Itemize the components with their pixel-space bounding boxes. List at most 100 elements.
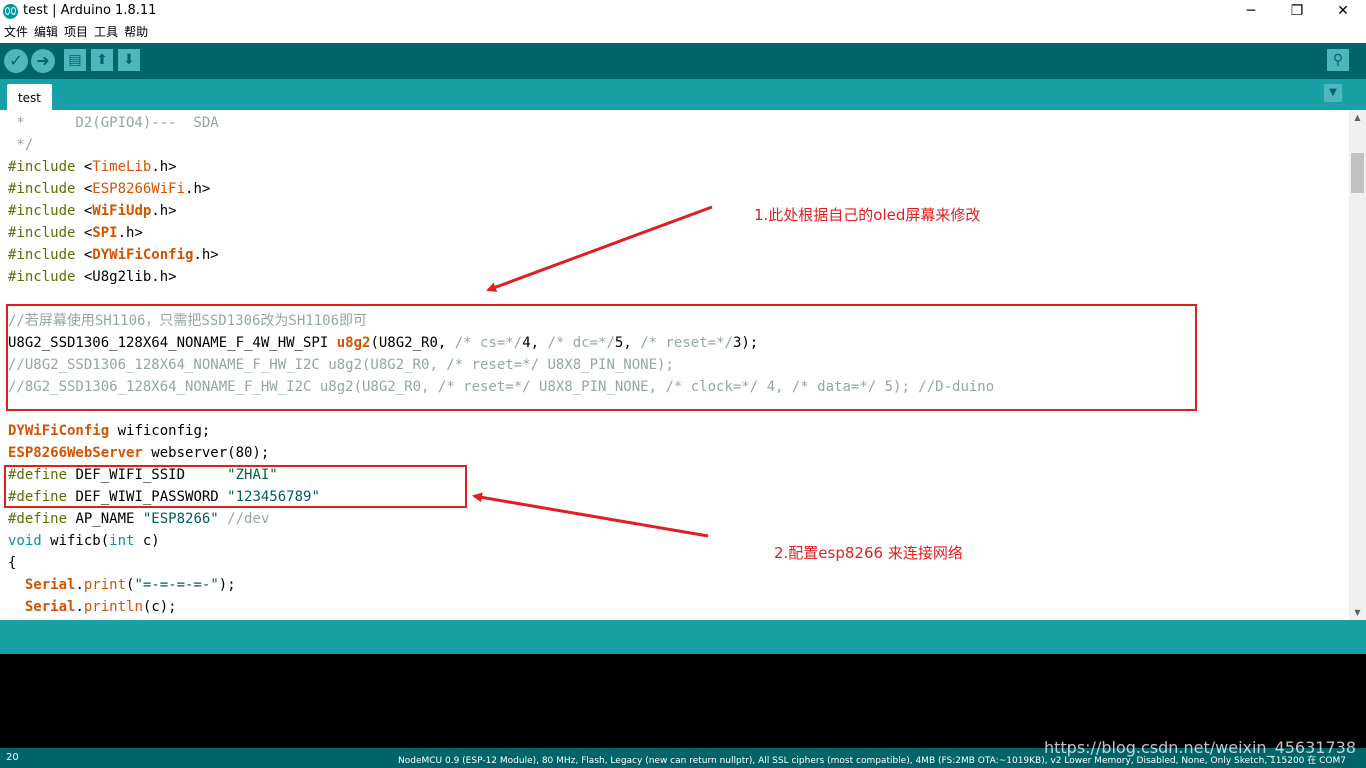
code-token: "=-=-=-=-" [134, 577, 219, 593]
code-token: Serial [24, 577, 76, 593]
menu-bar: 文件 编辑 项目 工具 帮助 [0, 24, 1366, 42]
code-token: .h> [151, 159, 177, 175]
code-line: #include <TimeLib.h> [8, 156, 177, 178]
code-token: AP_NAME [75, 511, 143, 527]
serial-monitor-button[interactable]: ⚲ [1327, 49, 1349, 71]
code-token: DYWiFiConfig [92, 247, 194, 263]
watermark-text: https://blog.csdn.net/weixin_45631738 [1043, 738, 1356, 757]
menu-sketch[interactable]: 项目 [61, 24, 91, 41]
code-token: .h> [151, 203, 177, 219]
toolbar: ✓ ➜ ▤ ⬆ ⬇ ⚲ [0, 43, 1366, 79]
code-token: #include [8, 225, 84, 241]
annotation-note-wifi: 2.配置esp8266 来连接网络 [774, 544, 963, 562]
tab-bar: test ▼ [0, 79, 1366, 110]
code-token: <U8g2lib.h> [83, 269, 177, 285]
annotation-box-wifi [4, 465, 467, 508]
open-button[interactable]: ⬆ [91, 49, 113, 71]
menu-file[interactable]: 文件 [0, 24, 31, 41]
code-line: */ [8, 134, 33, 156]
editor-scrollbar[interactable]: ▲ ▼ [1349, 110, 1366, 620]
code-line: { [8, 552, 16, 574]
arrow-down-icon: ⬇ [123, 52, 135, 68]
verify-button[interactable]: ✓ [4, 49, 28, 73]
code-line: DYWiFiConfig wificonfig; [8, 420, 210, 442]
code-token: Serial [24, 599, 76, 615]
code-token: .h> [185, 181, 211, 197]
chevron-down-icon: ▼ [1329, 87, 1337, 98]
status-bar [0, 620, 1366, 654]
code-token: WiFiUdp [92, 203, 152, 219]
code-token: .h> [193, 247, 219, 263]
scroll-up-icon[interactable]: ▲ [1349, 110, 1366, 125]
code-token: ESP8266WiFi [92, 181, 186, 197]
code-token: #include [8, 181, 84, 197]
code-line: #include <WiFiUdp.h> [8, 200, 177, 222]
code-token: int [109, 533, 135, 549]
arrow-right-icon: ➜ [36, 51, 50, 70]
code-line: #define AP_NAME "ESP8266" //dev [8, 508, 269, 530]
code-line: ESP8266WebServer webserver(80); [8, 442, 269, 464]
code-token: . [75, 599, 84, 615]
menu-edit[interactable]: 编辑 [31, 24, 61, 41]
scroll-thumb[interactable] [1351, 153, 1364, 193]
arduino-logo-icon [3, 4, 18, 19]
tab-test[interactable]: test [7, 84, 52, 110]
code-token: void [8, 533, 42, 549]
maximize-button[interactable]: ❐ [1274, 0, 1320, 24]
code-line: #include <SPI.h> [8, 222, 143, 244]
close-button[interactable]: ✕ [1320, 0, 1366, 24]
code-line: #include <ESP8266WiFi.h> [8, 178, 210, 200]
code-token: //dev [218, 511, 270, 527]
scroll-down-icon[interactable]: ▼ [1349, 605, 1366, 620]
tab-menu-button[interactable]: ▼ [1324, 84, 1342, 102]
new-button[interactable]: ▤ [64, 49, 86, 71]
code-token: #include [8, 247, 84, 263]
code-line: void wificb(int c) [8, 530, 160, 552]
code-token: (c); [142, 599, 177, 615]
code-token: #include [8, 269, 84, 285]
code-token: #define [8, 511, 76, 527]
checkmark-icon: ✓ [9, 51, 23, 70]
menu-tools[interactable]: 工具 [91, 24, 121, 41]
code-token: { [8, 555, 17, 571]
line-number: 20 [6, 752, 19, 763]
bottom-status-bar: 20 NodeMCU 0.9 (ESP-12 Module), 80 MHz, … [0, 738, 1366, 768]
code-token: . [75, 577, 84, 593]
window-title: test | Arduino 1.8.11 [23, 3, 157, 18]
code-token: SPI [92, 225, 118, 241]
code-token: #include [8, 203, 84, 219]
code-token: .h> [117, 225, 143, 241]
code-token: ); [218, 577, 236, 593]
new-file-icon: ▤ [68, 52, 82, 68]
code-line: #include <DYWiFiConfig.h> [8, 244, 219, 266]
code-token: DYWiFiConfig [8, 423, 110, 439]
code-token: ESP8266WebServer [8, 445, 143, 461]
code-token: webserver(80); [142, 445, 270, 461]
code-token: "ESP8266" [142, 511, 219, 527]
code-token: c) [134, 533, 160, 549]
title-bar: test | Arduino 1.8.11 ─ ❐ ✕ [0, 0, 1366, 24]
menu-help[interactable]: 帮助 [121, 24, 151, 41]
save-button[interactable]: ⬇ [118, 49, 140, 71]
minimize-button[interactable]: ─ [1228, 0, 1274, 24]
code-token: println [83, 599, 143, 615]
annotation-box-oled [6, 304, 1197, 411]
code-token: * D2(GPIO4)--- SDA [8, 115, 219, 131]
magnifier-icon: ⚲ [1332, 52, 1344, 68]
upload-button[interactable]: ➜ [31, 49, 55, 73]
code-token: */ [8, 137, 34, 153]
console-output[interactable] [0, 654, 1366, 748]
code-token: print [83, 577, 127, 593]
code-token: wificb( [41, 533, 110, 549]
code-token: wificonfig; [109, 423, 211, 439]
code-token: #include [8, 159, 84, 175]
arrow-up-icon: ⬆ [96, 52, 108, 68]
annotation-note-oled: 1.此处根据自己的oled屏幕来修改 [754, 206, 981, 224]
code-token: TimeLib [92, 159, 152, 175]
code-line: #include <U8g2lib.h> [8, 266, 177, 288]
code-line: Serial.println(c); [8, 596, 177, 618]
code-line: Serial.print("=-=-=-=-"); [8, 574, 236, 596]
code-line: * D2(GPIO4)--- SDA [8, 112, 219, 134]
